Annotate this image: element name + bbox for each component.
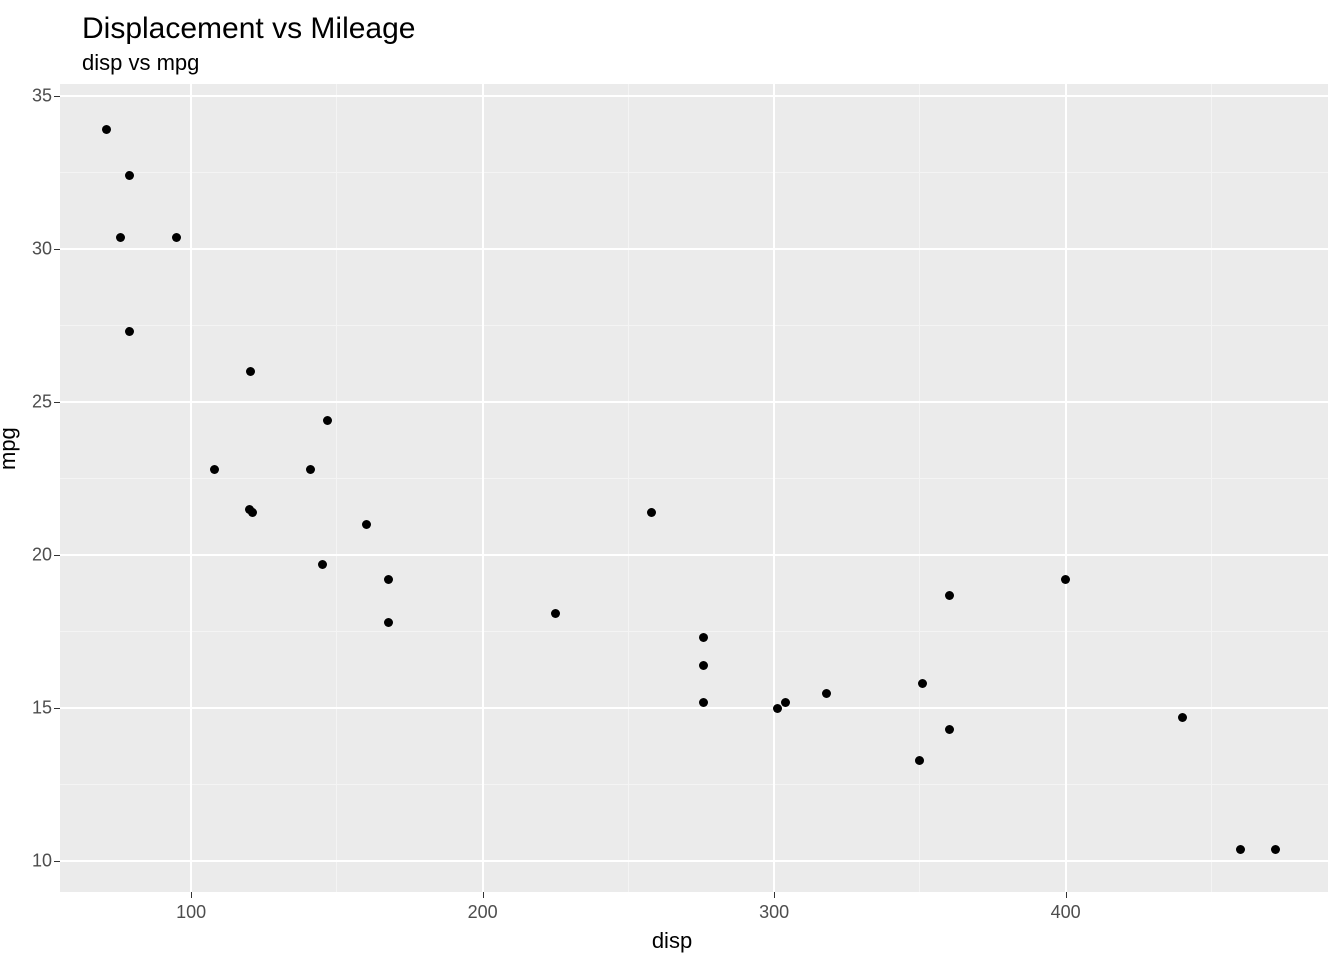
gridline-minor-h [60,325,1328,326]
gridline-minor-h [60,172,1328,173]
data-point [116,233,125,242]
data-point [384,618,393,627]
data-point [210,465,219,474]
gridline-minor-h [60,631,1328,632]
y-tick-label: 35 [12,86,60,107]
data-point [318,560,327,569]
data-point [822,689,831,698]
gridline-minor-v [628,84,629,892]
gridline-major-h [60,860,1328,862]
gridline-major-v [190,84,192,892]
data-point [1178,713,1187,722]
gridline-major-v [773,84,775,892]
chart-subtitle: disp vs mpg [82,50,199,76]
gridline-major-h [60,401,1328,403]
y-tick-label: 25 [12,392,60,413]
gridline-major-v [1065,84,1067,892]
gridline-minor-v [336,84,337,892]
data-point [918,679,927,688]
data-point [172,233,181,242]
data-point [1271,845,1280,854]
data-point [699,661,708,670]
y-tick-label: 30 [12,239,60,260]
gridline-minor-v [919,84,920,892]
data-point [945,725,954,734]
gridline-minor-v [1211,84,1212,892]
data-point [323,416,332,425]
x-axis-label: disp [652,928,692,954]
gridline-minor-h [60,784,1328,785]
data-point [102,125,111,134]
gridline-major-h [60,707,1328,709]
gridline-major-h [60,248,1328,250]
gridline-major-h [60,554,1328,556]
data-point [125,327,134,336]
data-point [945,591,954,600]
data-point [362,520,371,529]
chart-container: Displacement vs Mileage disp vs mpg mpg … [0,0,1344,960]
gridline-major-v [482,84,484,892]
data-point [125,171,134,180]
data-point [699,698,708,707]
y-axis-label: mpg [0,427,21,470]
data-point [915,756,924,765]
y-tick-label: 10 [12,851,60,872]
y-tick-label: 20 [12,545,60,566]
chart-title: Displacement vs Mileage [82,12,415,46]
x-tick-label: 200 [468,892,498,923]
data-point [306,465,315,474]
data-point [773,704,782,713]
gridline-major-h [60,95,1328,97]
plot-panel: 101520253035100200300400 [60,84,1328,892]
gridline-minor-h [60,478,1328,479]
data-point [1061,575,1070,584]
x-tick-label: 100 [176,892,206,923]
x-tick-label: 300 [759,892,789,923]
data-point [647,508,656,517]
y-tick-label: 15 [12,698,60,719]
data-point [1236,845,1245,854]
data-point [781,698,790,707]
data-point [551,609,560,618]
data-point [246,367,255,376]
data-point [248,508,257,517]
x-tick-label: 400 [1051,892,1081,923]
data-point [384,575,393,584]
data-point [699,633,708,642]
